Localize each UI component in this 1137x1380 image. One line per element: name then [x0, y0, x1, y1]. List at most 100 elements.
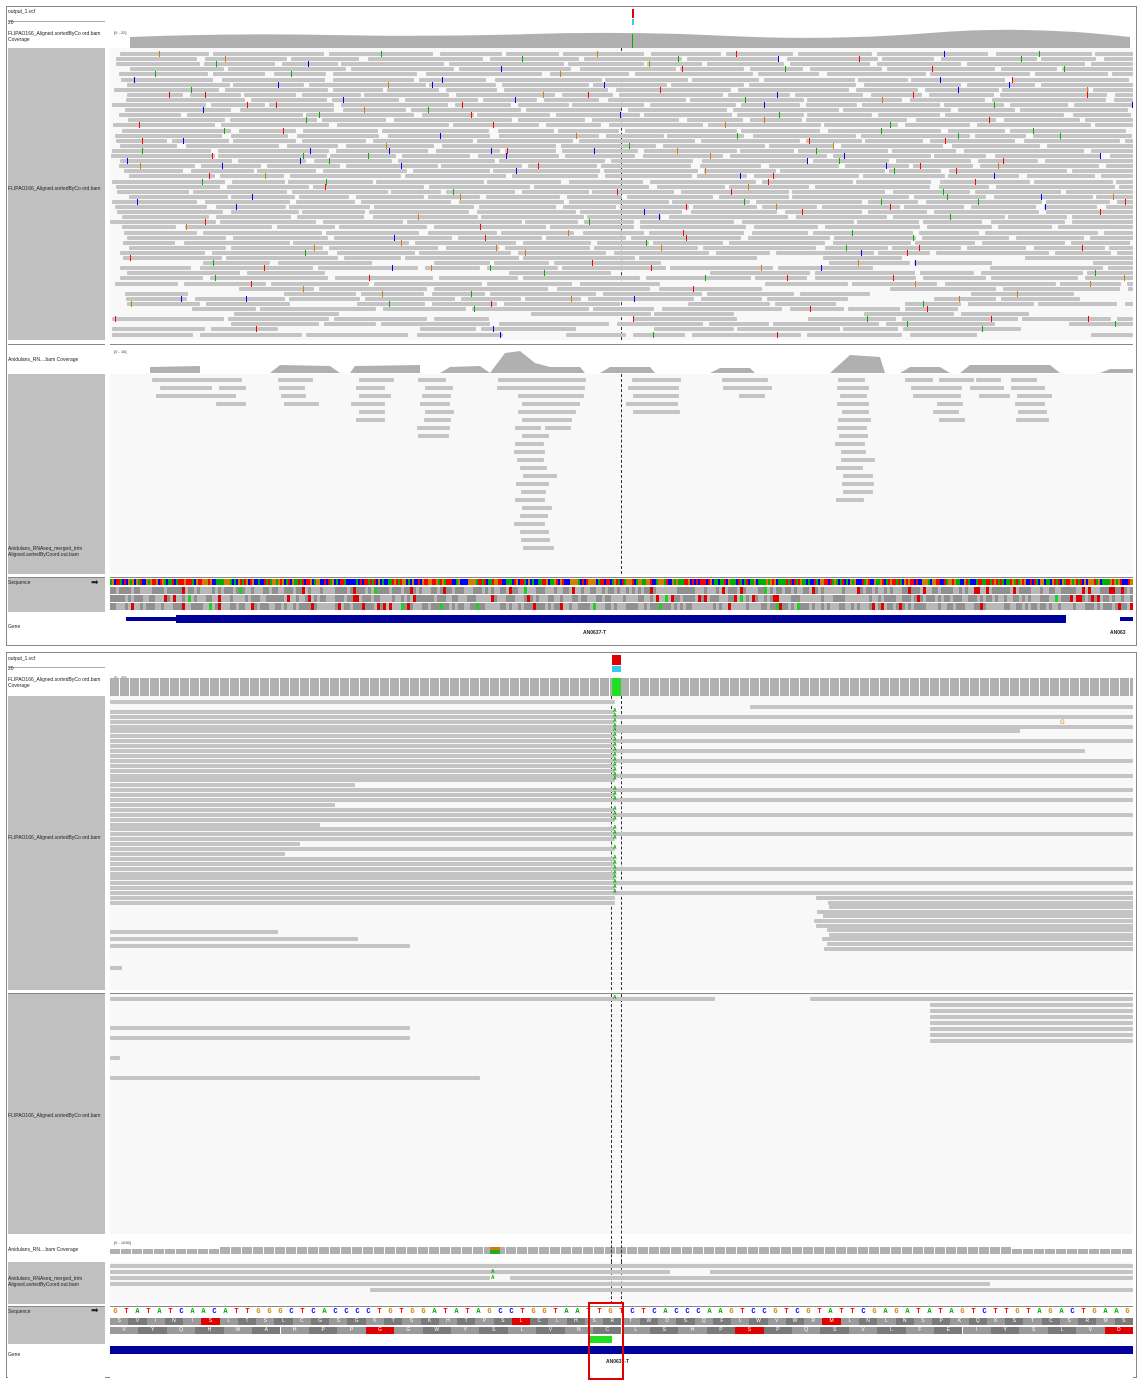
read[interactable] — [1072, 220, 1133, 225]
read[interactable] — [561, 143, 656, 148]
read[interactable] — [219, 220, 317, 225]
read[interactable] — [183, 240, 291, 245]
read[interactable] — [667, 133, 745, 138]
read[interactable] — [309, 82, 426, 87]
read[interactable] — [645, 276, 751, 281]
read[interactable] — [517, 118, 586, 123]
read[interactable] — [212, 52, 325, 56]
read[interactable] — [122, 240, 175, 245]
read[interactable] — [663, 143, 765, 148]
read[interactable] — [110, 758, 1133, 763]
read[interactable] — [587, 215, 662, 220]
read[interactable] — [835, 442, 865, 446]
read[interactable] — [190, 92, 241, 97]
read[interactable] — [459, 67, 572, 72]
read[interactable] — [127, 118, 226, 123]
read[interactable] — [929, 92, 994, 97]
read[interactable] — [970, 205, 1036, 209]
read[interactable] — [321, 118, 386, 123]
read[interactable] — [512, 174, 599, 179]
vcf-variant-marker[interactable] — [632, 9, 634, 18]
read[interactable] — [1047, 143, 1133, 148]
read[interactable] — [814, 184, 931, 189]
read[interactable] — [583, 230, 644, 235]
read[interactable] — [110, 881, 1133, 886]
read[interactable] — [110, 744, 615, 749]
read[interactable] — [690, 210, 778, 215]
read[interactable] — [419, 402, 450, 406]
read[interactable] — [278, 386, 306, 390]
strand-arrow-icon[interactable]: ➡ — [91, 577, 99, 588]
read[interactable] — [498, 133, 599, 138]
read[interactable] — [755, 199, 863, 204]
read[interactable] — [741, 103, 800, 107]
read[interactable] — [195, 296, 286, 301]
read[interactable] — [1002, 286, 1121, 291]
read[interactable] — [370, 1288, 1133, 1292]
read[interactable] — [579, 281, 660, 286]
read[interactable] — [110, 729, 1020, 734]
read[interactable] — [876, 62, 962, 67]
read[interactable] — [419, 327, 476, 332]
read[interactable] — [603, 291, 703, 296]
read[interactable] — [835, 466, 863, 470]
read[interactable] — [990, 266, 1103, 271]
read[interactable] — [1001, 67, 1058, 72]
read[interactable] — [522, 434, 550, 438]
read[interactable] — [110, 866, 1133, 871]
read[interactable] — [391, 189, 442, 194]
read[interactable] — [892, 189, 970, 194]
read[interactable] — [823, 946, 1133, 951]
read[interactable] — [380, 322, 491, 327]
read[interactable] — [553, 261, 662, 266]
read[interactable] — [642, 154, 724, 158]
read[interactable] — [1057, 225, 1133, 230]
read[interactable] — [496, 386, 526, 390]
read[interactable] — [638, 256, 757, 260]
read[interactable] — [427, 194, 481, 199]
read[interactable] — [121, 128, 232, 133]
read[interactable] — [525, 220, 578, 225]
read[interactable] — [211, 103, 266, 107]
read[interactable] — [280, 394, 307, 398]
read[interactable] — [477, 154, 559, 158]
read[interactable] — [605, 133, 664, 138]
read[interactable] — [1128, 286, 1133, 291]
read[interactable] — [640, 220, 734, 225]
read[interactable] — [644, 113, 733, 118]
read[interactable] — [911, 77, 1005, 82]
read[interactable] — [827, 928, 1133, 933]
read[interactable] — [836, 402, 869, 406]
read[interactable] — [1073, 103, 1133, 107]
read[interactable] — [438, 276, 518, 281]
read[interactable] — [753, 225, 819, 230]
read[interactable] — [110, 709, 615, 714]
read[interactable] — [522, 546, 554, 550]
read[interactable] — [1008, 215, 1068, 220]
read[interactable] — [232, 235, 328, 240]
read[interactable] — [814, 271, 916, 276]
read[interactable] — [762, 205, 817, 209]
read[interactable] — [292, 189, 388, 194]
read[interactable] — [171, 138, 230, 143]
read[interactable] — [516, 458, 544, 462]
read[interactable] — [1023, 138, 1121, 143]
read[interactable] — [110, 886, 615, 891]
read[interactable] — [110, 856, 615, 861]
read[interactable] — [996, 184, 1116, 189]
read[interactable] — [218, 154, 327, 158]
read[interactable] — [579, 210, 683, 215]
read[interactable] — [412, 169, 491, 174]
read[interactable] — [421, 394, 452, 398]
read[interactable] — [191, 307, 257, 311]
read[interactable] — [650, 103, 737, 107]
read[interactable] — [112, 123, 216, 128]
read[interactable] — [522, 506, 552, 510]
read[interactable] — [227, 184, 310, 189]
read[interactable] — [126, 235, 226, 240]
read[interactable] — [934, 296, 996, 301]
read[interactable] — [341, 103, 448, 107]
read[interactable] — [568, 179, 643, 184]
read[interactable] — [810, 997, 1133, 1001]
read[interactable] — [431, 291, 486, 296]
